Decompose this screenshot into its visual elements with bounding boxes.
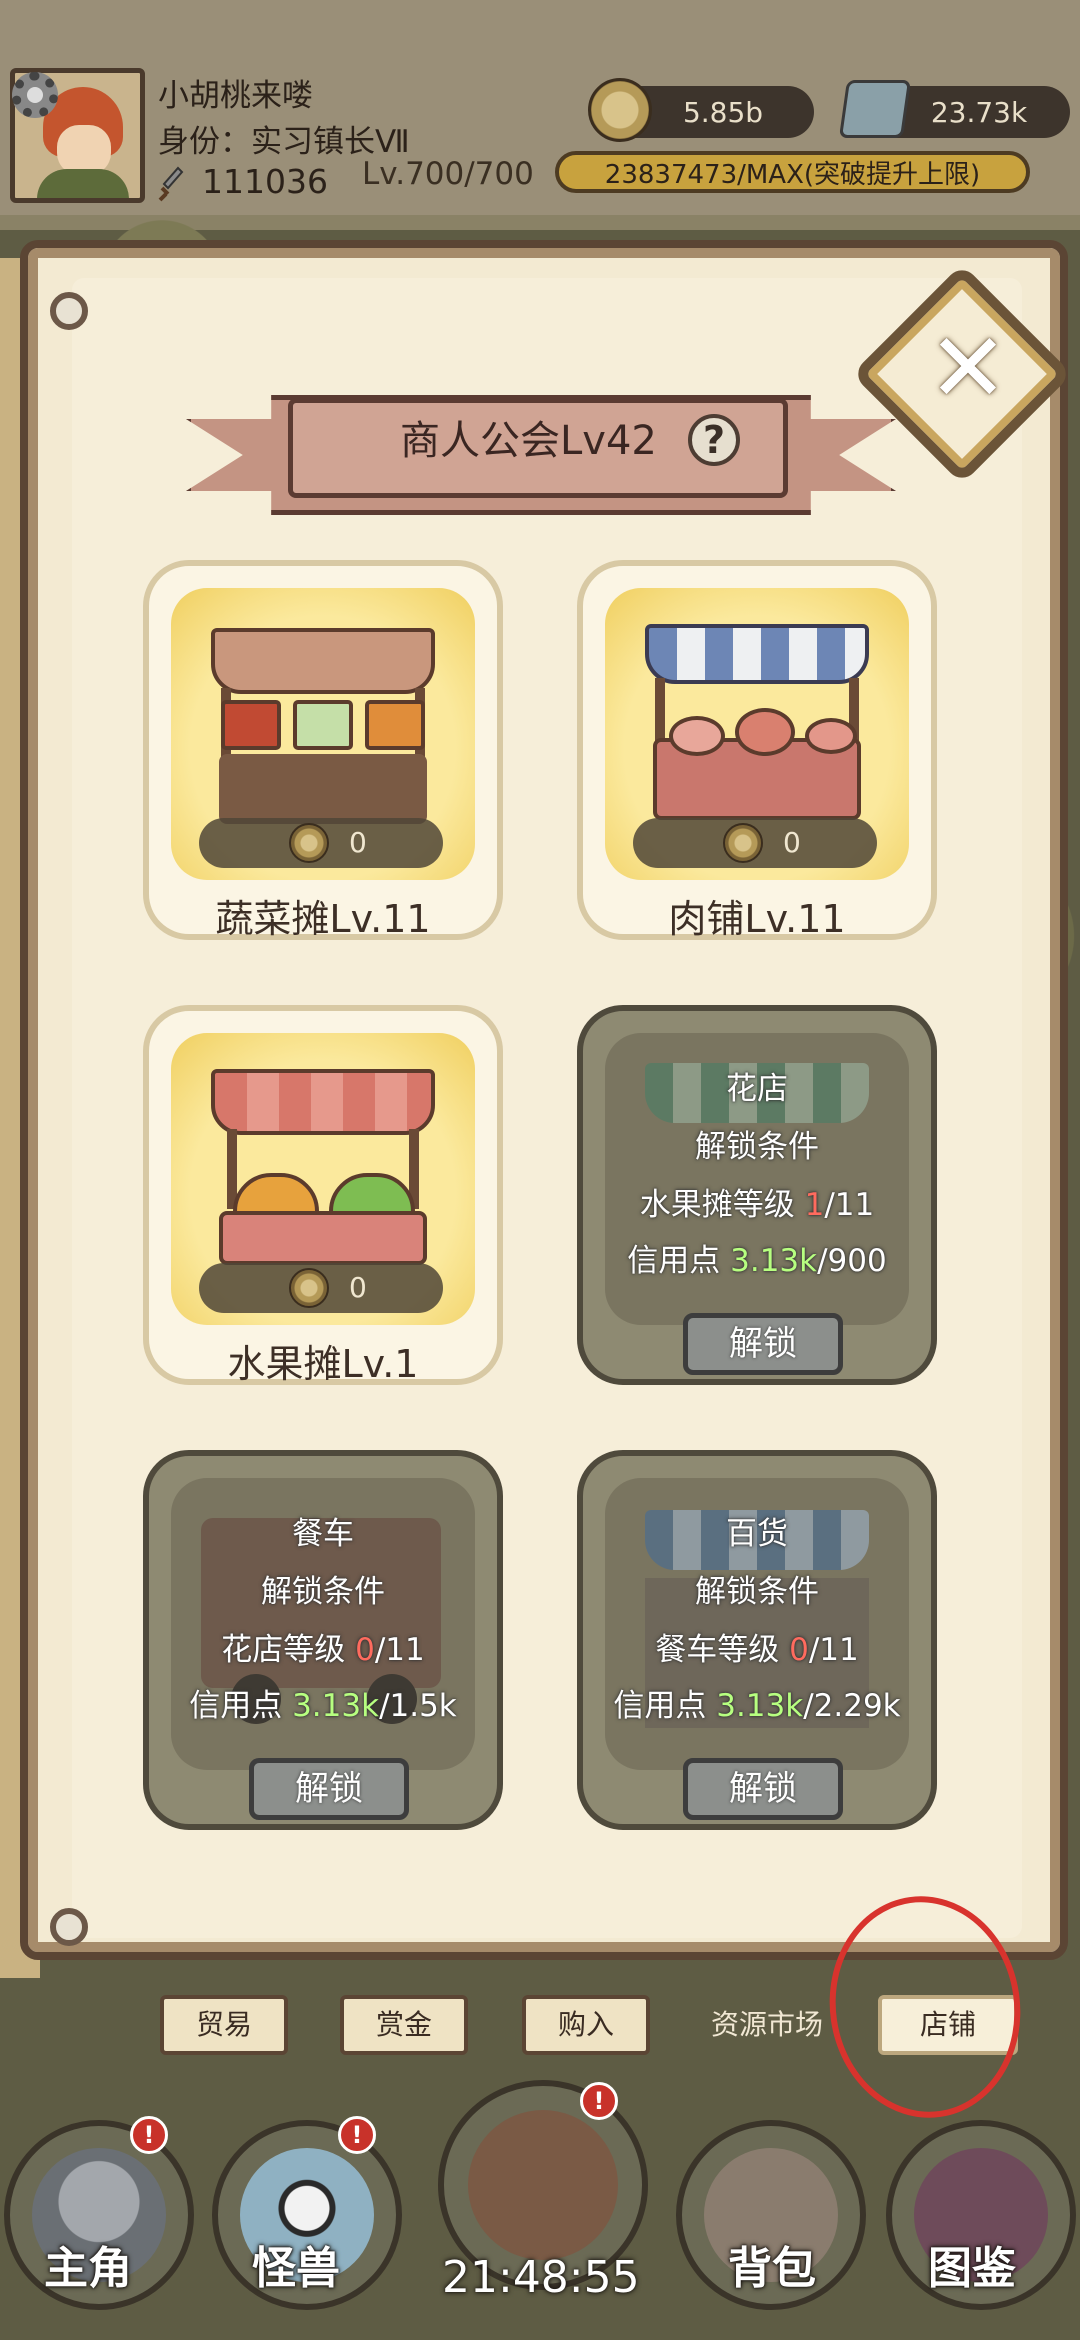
- gold-value: 5.85b: [682, 95, 764, 129]
- avatar-face: [57, 125, 111, 175]
- unlock-condition-title: 解锁条件: [695, 1129, 819, 1165]
- help-icon[interactable]: ?: [688, 414, 740, 466]
- tab-purchase[interactable]: 购入: [522, 1995, 650, 2055]
- unlock-condition-level: 花店等级 0/11: [149, 1624, 497, 1669]
- unlock-button[interactable]: 解锁: [683, 1758, 843, 1820]
- unlock-condition-credit: 信用点 3.13k/2.29k: [583, 1680, 931, 1725]
- condition-max: /11: [808, 1632, 859, 1668]
- player-name: 小胡桃来喽: [158, 78, 313, 114]
- shop-income: 0: [633, 818, 877, 868]
- coin-icon: [723, 823, 763, 863]
- condition-max: /1.5k: [379, 1688, 457, 1724]
- condition-current: 3.13k: [716, 1688, 804, 1724]
- experience-text: 23837473/MAX(突破提升上限): [604, 159, 981, 190]
- unlock-condition-title: 解锁条件: [695, 1574, 819, 1610]
- panel-pin-top: [50, 292, 88, 330]
- unlock-condition-title: 解锁条件: [261, 1574, 385, 1610]
- shop-income: 0: [199, 1263, 443, 1313]
- map-scroll-icon: [468, 2110, 618, 2260]
- shop-card-foodtruck-locked: 餐车 解锁条件 花店等级 0/11 信用点 3.13k/1.5k 解锁: [143, 1450, 503, 1830]
- shop-name: 肉铺Lv.11: [668, 897, 846, 941]
- meat-piece: [805, 718, 857, 754]
- tab-trade[interactable]: 贸易: [160, 1995, 288, 2055]
- shop-card-department-locked: 百货 解锁条件 餐车等级 0/11 信用点 3.13k/2.29k 解锁: [577, 1450, 937, 1830]
- condition-label: 信用点: [189, 1688, 293, 1724]
- nav-hero-label: 主角: [44, 2243, 132, 2294]
- condition-label: 信用点: [613, 1688, 717, 1724]
- unlock-button[interactable]: 解锁: [683, 1313, 843, 1375]
- gem-value: 23.73k: [930, 95, 1028, 129]
- experience-bar: 23837473/MAX(突破提升上限): [555, 151, 1030, 193]
- guild-title: 商人公会Lv42: [400, 418, 657, 464]
- unlock-condition-credit: 信用点 3.13k/900: [583, 1235, 931, 1280]
- condition-label: 花店等级: [221, 1632, 356, 1668]
- condition-label: 餐车等级: [655, 1632, 790, 1668]
- meat-piece: [669, 716, 725, 756]
- shop-income-value: 0: [783, 826, 801, 859]
- coin-icon: [289, 1268, 329, 1308]
- unlock-condition-level: 餐车等级 0/11: [583, 1624, 931, 1669]
- condition-max: /11: [824, 1187, 875, 1223]
- sword-icon: [158, 166, 184, 202]
- coin-icon: [588, 78, 652, 142]
- combat-power: 111036: [202, 162, 328, 201]
- shop-card-flower-locked: 花店 解锁条件 水果摊等级 1/11 信用点 3.13k/900 解锁: [577, 1005, 937, 1385]
- player-level: Lv.700/700: [362, 156, 534, 192]
- condition-max: /11: [374, 1632, 425, 1668]
- hero-alert-badge: !: [130, 2116, 168, 2154]
- vegetable-awning: [211, 628, 435, 694]
- shop-name: 百货: [726, 1516, 788, 1552]
- game-clock: 21:48:55: [442, 2252, 640, 2303]
- avatar-body: [37, 169, 129, 198]
- unlock-button[interactable]: 解锁: [249, 1758, 409, 1820]
- tab-resource-market[interactable]: 资源市场: [700, 1995, 834, 2055]
- shop-income-value: 0: [349, 826, 367, 859]
- panel-pin-bottom: [50, 1908, 88, 1946]
- close-icon[interactable]: ✕: [918, 318, 1018, 418]
- meat-piece: [735, 708, 795, 756]
- condition-label: 信用点: [627, 1243, 731, 1279]
- cabbage-crate: [293, 700, 353, 750]
- condition-current: 0: [355, 1632, 375, 1668]
- nav-backpack-label: 背包: [728, 2243, 816, 2294]
- condition-max: /2.29k: [803, 1688, 901, 1724]
- condition-current: 3.13k: [730, 1243, 818, 1279]
- shop-name: 餐车: [292, 1516, 354, 1552]
- unlock-condition-level: 水果摊等级 1/11: [583, 1179, 931, 1224]
- tomato-crate: [221, 700, 281, 750]
- striped-awning: [645, 624, 869, 684]
- tab-bounty[interactable]: 赏金: [340, 1995, 468, 2055]
- shop-name: 花店: [726, 1071, 788, 1107]
- nav-codex-label: 图鉴: [928, 2243, 1016, 2294]
- center-alert-badge: !: [580, 2082, 618, 2120]
- shop-card-vegetable[interactable]: 0 蔬菜摊Lv.11: [143, 560, 503, 941]
- shop-name: 水果摊Lv.1: [227, 1342, 419, 1386]
- condition-current: 3.13k: [292, 1688, 380, 1724]
- player-title: 身份：实习镇长Ⅶ: [158, 124, 410, 160]
- gem-icon: [838, 80, 912, 138]
- stall-counter: [219, 1211, 427, 1265]
- coin-icon: [289, 823, 329, 863]
- fruit-awning: [211, 1069, 435, 1135]
- condition-current: 1: [804, 1187, 825, 1223]
- monster-alert-badge: !: [338, 2116, 376, 2154]
- settings-gear-icon[interactable]: [12, 72, 58, 118]
- stall-counter: [219, 754, 427, 824]
- shop-name: 蔬菜摊Lv.11: [215, 897, 431, 941]
- shop-income: 0: [199, 818, 443, 868]
- unlock-condition-credit: 信用点 3.13k/1.5k: [149, 1680, 497, 1725]
- shop-income-value: 0: [349, 1271, 367, 1304]
- condition-current: 0: [789, 1632, 809, 1668]
- carrot-crate: [365, 700, 425, 750]
- shop-card-fruit[interactable]: 0 水果摊Lv.1: [143, 1005, 503, 1386]
- condition-max: /900: [817, 1243, 887, 1279]
- condition-label: 水果摊等级: [639, 1187, 805, 1223]
- nav-monster-label: 怪兽: [252, 2243, 340, 2294]
- shop-card-butcher[interactable]: 0 肉铺Lv.11: [577, 560, 937, 941]
